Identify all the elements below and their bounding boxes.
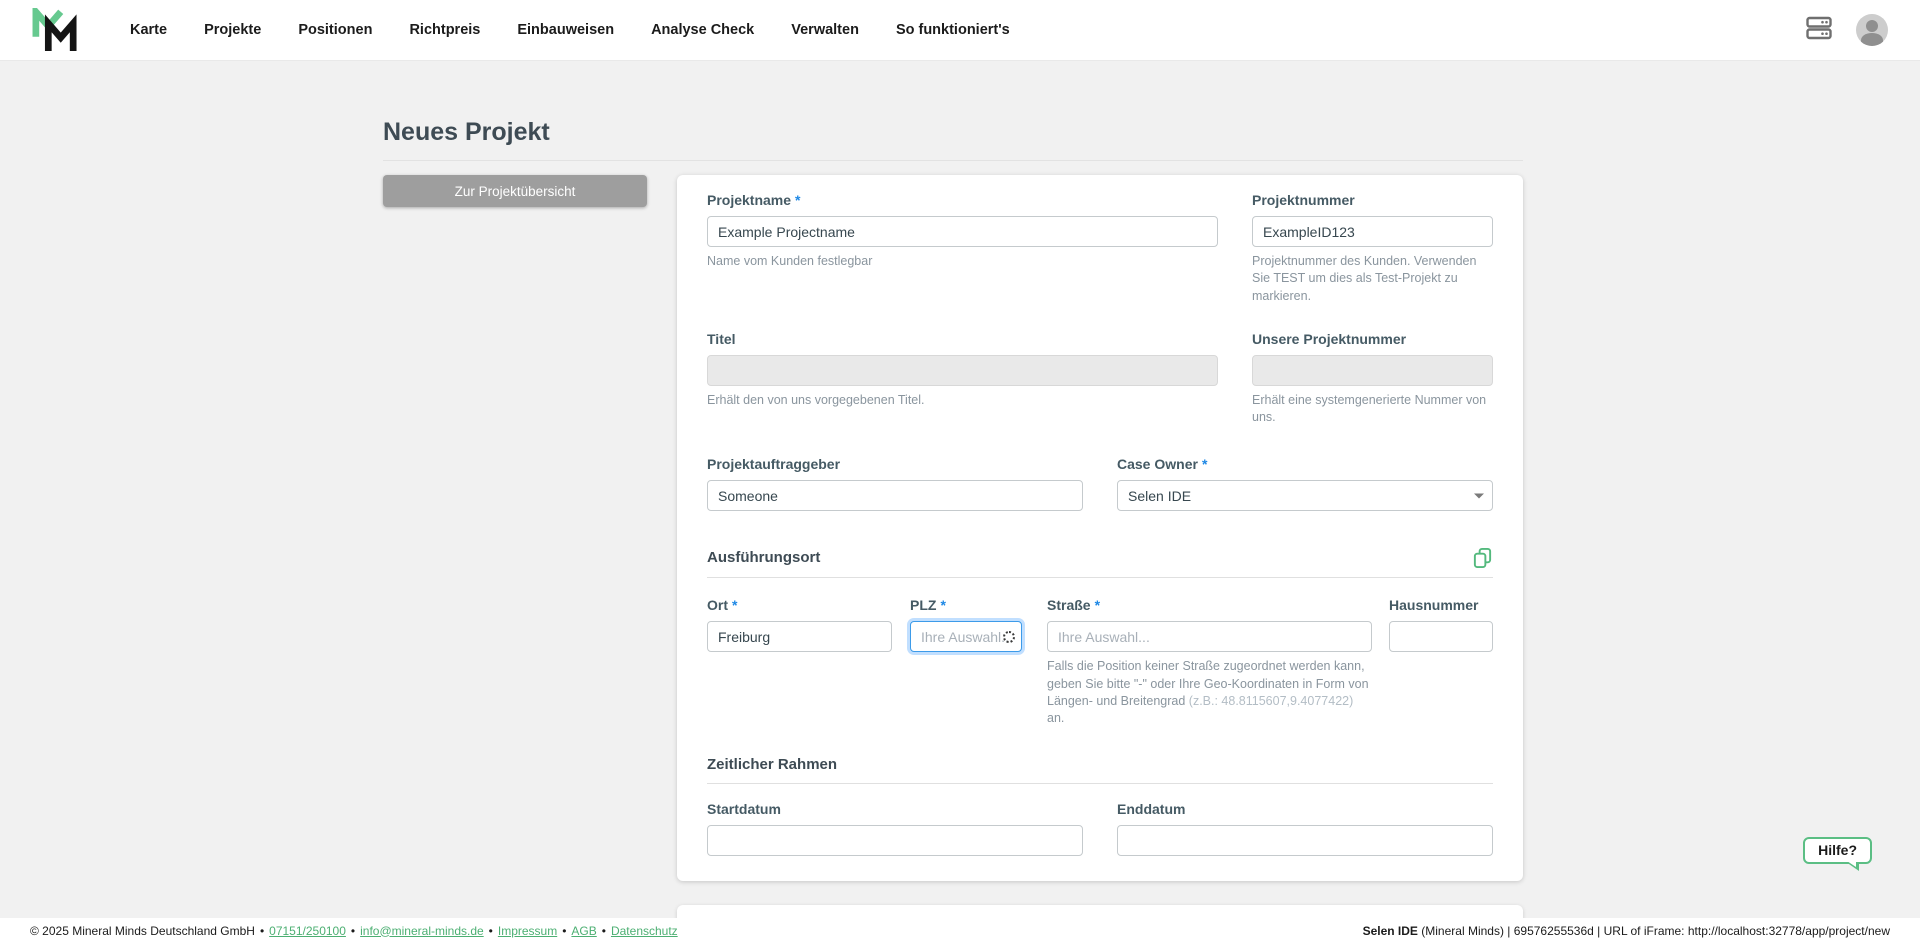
title-divider xyxy=(383,160,1523,161)
strasse-input[interactable] xyxy=(1047,621,1372,653)
nav-item-projekte[interactable]: Projekte xyxy=(204,22,261,38)
ort-input[interactable] xyxy=(707,621,892,653)
unsere-projektnummer-helper: Erhält eine systemgenerierte Nummer von … xyxy=(1252,392,1487,424)
projektname-input[interactable] xyxy=(707,216,1218,247)
avatar-head-icon xyxy=(1866,20,1878,32)
plz-label: PLZ * xyxy=(910,597,946,614)
server-status-icon[interactable] xyxy=(1806,16,1832,45)
footer-copyright: © 2025 Mineral Minds Deutschland GmbH xyxy=(30,923,255,938)
hilfe-button[interactable]: Hilfe? xyxy=(1803,837,1872,864)
footer-bar: © 2025 Mineral Minds Deutschland GmbH • … xyxy=(0,918,1920,943)
startdatum-input[interactable] xyxy=(707,825,1083,857)
new-project-form-card: Projektname* Name vom Kunden festlegbar … xyxy=(677,175,1523,882)
unsere-projektnummer-input xyxy=(1252,354,1493,386)
zeitlicher-rahmen-divider xyxy=(707,783,1493,785)
ausfuehrungsort-divider xyxy=(707,577,1493,579)
footer-session-info: Selen IDE (Mineral Minds) | 69576255536d… xyxy=(1362,923,1890,938)
zeitlicher-rahmen-section-title: Zeitlicher Rahmen xyxy=(707,756,838,774)
projektauftraggeber-label: Projektauftraggeber xyxy=(707,456,841,473)
footer-link-agb[interactable]: AGB xyxy=(571,924,596,938)
page-title: Neues Projekt xyxy=(383,118,550,146)
mineral-minds-logo-icon[interactable] xyxy=(32,2,78,52)
nav-item-positionen[interactable]: Positionen xyxy=(298,22,372,38)
enddatum-label: Enddatum xyxy=(1117,801,1186,818)
zur-projektuebersicht-button[interactable]: Zur Projektübersicht xyxy=(383,175,647,207)
footer-link-impressum[interactable]: Impressum xyxy=(498,924,557,938)
projektnummer-label: Projektnummer xyxy=(1252,192,1355,208)
nav-item-richtpreis[interactable]: Richtpreis xyxy=(409,22,480,38)
nav-item-analyse-check[interactable]: Analyse Check xyxy=(651,22,754,38)
form-row-dates: Startdatum Enddatum xyxy=(707,800,1493,857)
form-row-titel-unserenummer: Titel Erhält den von uns vorgegebenen Ti… xyxy=(707,330,1493,427)
case-owner-label: Case Owner * xyxy=(1117,456,1208,473)
titel-helper: Erhält den von uns vorgegebenen Titel. xyxy=(707,392,925,407)
nav-item-so-funktionierts[interactable]: So funktioniert's xyxy=(896,22,1010,38)
projektauftraggeber-input[interactable] xyxy=(707,480,1083,512)
footer-link-email[interactable]: info@mineral-minds.de xyxy=(360,924,484,938)
form-row-name-number: Projektname* Name vom Kunden festlegbar … xyxy=(707,191,1493,305)
ort-label: Ort * xyxy=(707,597,738,614)
titel-label: Titel xyxy=(707,330,736,347)
form-row-auftraggeber-caseowner: Projektauftraggeber Case Owner* xyxy=(707,455,1493,512)
top-navigation-bar: Karte Projekte Positionen Richtpreis Ein… xyxy=(0,0,1920,61)
footer-link-phone[interactable]: 07151/250100 xyxy=(269,924,346,938)
footer-link-datenschutz[interactable]: Datenschutz xyxy=(611,924,678,938)
strasse-label: Straße * xyxy=(1047,597,1101,614)
projektname-helper: Name vom Kunden festlegbar xyxy=(707,254,873,268)
required-asterisk: * xyxy=(732,597,738,614)
nav-item-einbauweisen[interactable]: Einbauweisen xyxy=(517,22,614,38)
projektname-label: Projektname * xyxy=(707,192,801,208)
titel-input xyxy=(707,354,1218,386)
enddatum-input[interactable] xyxy=(1117,825,1493,857)
hausnummer-input[interactable] xyxy=(1389,621,1493,653)
ausfuehrungsort-section-title: Ausführungsort xyxy=(707,548,821,566)
form-row-location: Ort* PLZ* Straße* xyxy=(707,596,1493,727)
projektnummer-input[interactable] xyxy=(1252,216,1493,247)
unsere-projektnummer-label: Unsere Projektnummer xyxy=(1252,330,1407,347)
nav-item-verwalten[interactable]: Verwalten xyxy=(791,22,859,38)
avatar-body-icon xyxy=(1861,33,1883,46)
user-avatar[interactable] xyxy=(1856,14,1888,46)
copy-icon xyxy=(1473,548,1492,569)
required-asterisk: * xyxy=(1094,597,1101,614)
required-asterisk: * xyxy=(795,192,801,208)
required-asterisk: * xyxy=(1201,456,1208,473)
nav-item-karte[interactable]: Karte xyxy=(130,22,167,38)
required-asterisk: * xyxy=(940,597,946,614)
projektnummer-helper: Projektnummer des Kunden. Verwenden Sie … xyxy=(1252,254,1477,303)
copy-location-button[interactable] xyxy=(1472,547,1493,569)
startdatum-label: Startdatum xyxy=(707,801,781,818)
hausnummer-label: Hausnummer xyxy=(1389,597,1479,614)
case-owner-select[interactable] xyxy=(1117,480,1493,512)
strasse-helper: Falls die Position keiner Straße zugeord… xyxy=(1047,659,1369,725)
loading-spinner-icon xyxy=(1003,630,1015,643)
main-nav: Karte Projekte Positionen Richtpreis Ein… xyxy=(130,22,1010,38)
